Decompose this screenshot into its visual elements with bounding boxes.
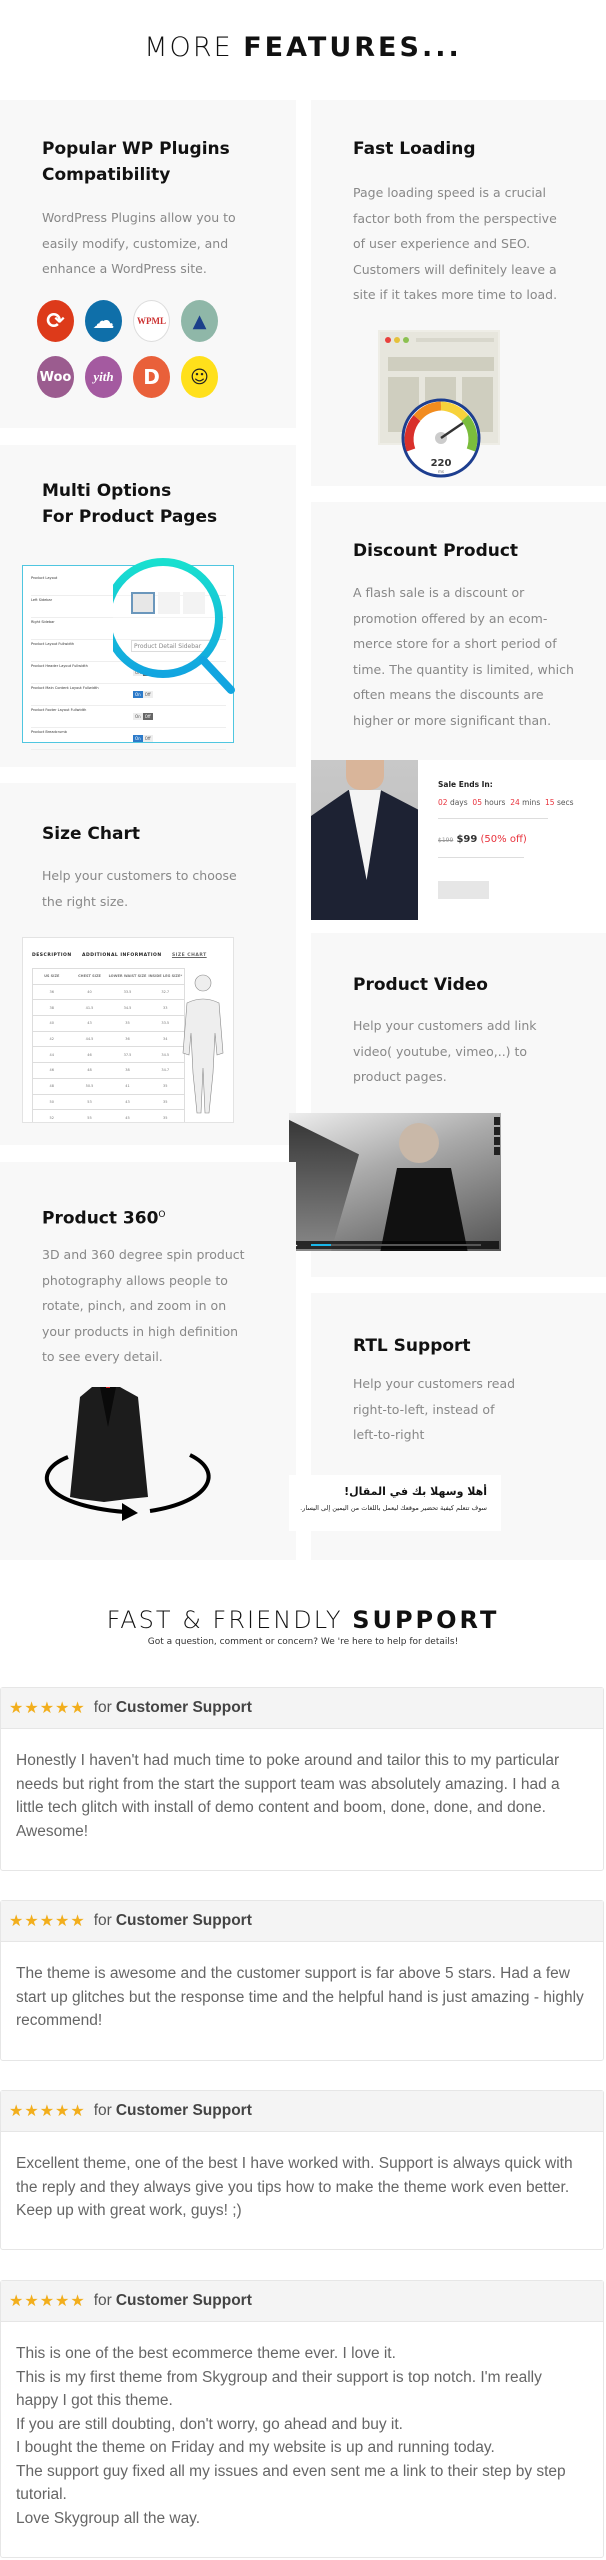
wpml-icon: WPML xyxy=(133,300,170,342)
card-text: 3D and 360 degree spin product photograph… xyxy=(42,1247,245,1364)
on-off-toggle[interactable]: OnOff xyxy=(133,713,153,720)
sync-icon: ⟳ xyxy=(37,300,74,342)
card-title: Product Video xyxy=(353,975,488,995)
video-share-icons[interactable] xyxy=(494,1117,500,1157)
size-row: 42 44.5 36 34 xyxy=(32,1030,185,1047)
support-heading: FAST & FRIENDLY SUPPORT xyxy=(106,1606,500,1634)
speed-gauge-icon: 220 ms xyxy=(401,398,481,478)
five-stars-icon: ★★★★★ xyxy=(9,1913,86,1930)
heading-light: MORE xyxy=(144,32,233,63)
review-header: ★★★★★ for Customer Support xyxy=(1,1901,603,1942)
size-header: INSIDE LEG SIZE* xyxy=(146,968,185,985)
option-row: Product Breadcrumb xyxy=(31,730,226,750)
cloud-icon: ☁ xyxy=(85,300,122,342)
yith-icon: yith xyxy=(85,356,122,398)
size-row: 52 55 45 35 xyxy=(32,1109,185,1122)
features-heading: MORE FEATURES... xyxy=(0,32,606,63)
card-text: Page loading speed is a crucial factor bo… xyxy=(353,185,558,302)
feature-card-rtl-support: RTL Support Help your customers read righ… xyxy=(289,1293,606,1560)
feature-card-discount: Discount Product A flash sale is a disco… xyxy=(311,502,606,760)
card-title: Fast Loading xyxy=(353,139,476,159)
svg-text:220: 220 xyxy=(431,458,452,469)
options-screenshot: Product Layout Left Sidebar Right Sidebar P… xyxy=(22,558,235,750)
mountain-icon: ▲ xyxy=(181,300,218,342)
discount-product-preview: Sale Ends In: 02 days 05 hours 24 mins 1… xyxy=(311,760,606,920)
review-text: Honestly I haven't had much time to poke… xyxy=(16,1752,564,1840)
rotate-360-icon xyxy=(44,1387,211,1521)
card-text: Help your customers to choose the right s… xyxy=(42,868,237,909)
price: $199 $99 (50% off) xyxy=(438,834,527,845)
card-title: Product 360O xyxy=(42,1208,166,1229)
mailchimp-icon: ☺ xyxy=(181,356,218,398)
video-progress-bar[interactable] xyxy=(311,1244,481,1246)
review-category: Customer Support xyxy=(115,1912,252,1929)
feature-card-fast-loading: Fast Loading Page loading speed is a cru… xyxy=(311,100,606,486)
feature-card-product-360: Product 360O 3D and 360 degree spin prod… xyxy=(0,1162,296,1560)
option-row: Product Footer Layout Fullwidth xyxy=(31,708,226,728)
size-header: CHEST SIZE xyxy=(70,968,109,985)
add-to-cart-button[interactable] xyxy=(438,881,489,899)
card-text: A flash sale is a discount or promotion o… xyxy=(353,585,574,728)
review-text: Excellent theme, one of the best I have … xyxy=(16,2155,577,2219)
five-stars-icon: ★★★★★ xyxy=(9,2103,86,2120)
review-card: ★★★★★ for Customer Support This is one of t… xyxy=(0,2280,604,2558)
review-category: Customer Support xyxy=(115,2292,252,2309)
feature-card-product-video: Product Video Help your customers add li… xyxy=(289,933,606,1277)
five-stars-icon: ★★★★★ xyxy=(9,2293,86,2310)
five-stars-icon: ★★★★★ xyxy=(9,1700,86,1717)
card-text: WordPress Plugins allow you to easily mod… xyxy=(42,210,236,276)
support-subtitle: Got a question, comment or concern? We '… xyxy=(147,1637,459,1647)
size-row: 48 50.5 41 35 xyxy=(32,1077,185,1094)
rtl-sample: أهلا وسهلا بك في المقال! سوف تتعلم كيفية… xyxy=(289,1475,501,1531)
feature-card-plugins: Popular WP Plugins Compatibility WordPres… xyxy=(0,100,296,428)
suit-photo xyxy=(311,760,418,920)
feature-card-multi-options: Multi Options For Product Pages Product L… xyxy=(0,445,296,767)
card-title: Discount Product xyxy=(353,541,519,561)
card-title: Multi Options For Product Pages xyxy=(42,481,218,527)
review-card: ★★★★★ for Customer Support Excellent theme,… xyxy=(0,2090,604,2250)
size-chart-screenshot: DESCRIPTION ADDITIONAL INFORMATION SIZE … xyxy=(22,937,234,1123)
card-title: RTL Support xyxy=(353,1336,471,1356)
d-icon: D xyxy=(133,356,170,398)
card-text: Help your customers read right-to-left, i… xyxy=(353,1376,516,1442)
review-category: Customer Support xyxy=(115,2102,252,2119)
size-header: US SIZE xyxy=(32,968,71,985)
video-controls[interactable]: ▶ xyxy=(291,1241,499,1249)
woo-icon: Woo xyxy=(37,356,74,398)
card-title: Size Chart xyxy=(42,824,140,844)
review-text: The theme is awesome and the customer su… xyxy=(16,1965,589,2029)
on-off-toggle[interactable]: OnOff xyxy=(133,735,153,742)
video-player[interactable]: ▶ xyxy=(289,1113,501,1251)
size-table: US SIZE CHEST SIZE LOWER WAIST SIZE INSIDE … xyxy=(32,968,185,1122)
heading-bold: FEATURES... xyxy=(243,32,462,63)
size-row: 40 43 35 33.5 xyxy=(32,1015,185,1032)
size-row: 46 48 38 34.7 xyxy=(32,1062,185,1079)
card-title: Popular WP Plugins Compatibility xyxy=(42,139,230,185)
review-card: ★★★★★ for Customer Support Honestly I haven… xyxy=(0,1687,604,1871)
size-row: 38 41.5 34.5 33 xyxy=(32,999,185,1016)
review-category: Customer Support xyxy=(115,1699,252,1716)
size-row: 44 46 37.5 34.5 xyxy=(32,1046,185,1063)
review-header: ★★★★★ for Customer Support xyxy=(1,2281,603,2322)
sale-ends-label: Sale Ends In: xyxy=(438,780,493,789)
size-header: LOWER WAIST SIZE xyxy=(108,968,147,985)
review-text: This is one of the best ecommerce theme … xyxy=(16,2345,570,2527)
review-header: ★★★★★ for Customer Support xyxy=(1,1688,603,1729)
review-header: ★★★★★ for Customer Support xyxy=(1,2091,603,2132)
size-row: 36 40 33.5 32.7 xyxy=(32,983,185,1000)
magnifier-icon xyxy=(113,558,235,694)
review-card: ★★★★★ for Customer Support The theme is awe… xyxy=(0,1900,604,2061)
card-text: Help your customers add link video( youtu… xyxy=(353,1018,537,1084)
countdown-timer: 02 days 05 hours 24 mins 15 secs xyxy=(438,798,574,807)
body-figure-icon xyxy=(182,974,224,1114)
feature-card-size-chart: Size Chart Help your customers to choose… xyxy=(0,783,296,1145)
size-row: 50 53 43 35 xyxy=(32,1093,185,1110)
svg-text:ms: ms xyxy=(438,469,444,474)
